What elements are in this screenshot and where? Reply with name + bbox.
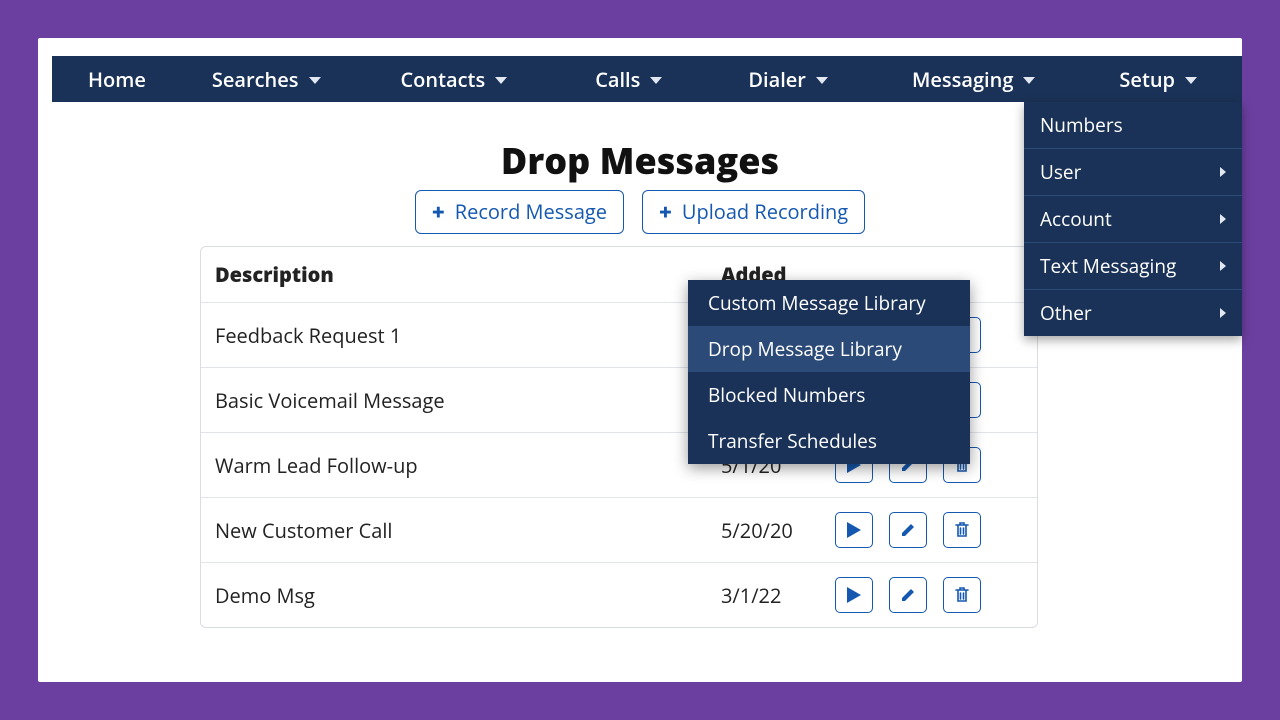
nav-home[interactable]: Home: [70, 56, 164, 102]
caret-down-icon: [816, 77, 828, 84]
setup-item-label: Numbers: [1040, 112, 1123, 138]
submenu-custom-library[interactable]: Custom Message Library: [688, 280, 970, 326]
pencil-icon: [900, 587, 916, 603]
nav-calls[interactable]: Calls: [577, 56, 680, 102]
setup-item-other[interactable]: Other: [1024, 289, 1242, 336]
nav-dialer-label: Dialer: [748, 66, 806, 93]
plus-icon: +: [659, 201, 672, 223]
caret-down-icon: [309, 77, 321, 84]
edit-button[interactable]: [889, 512, 927, 548]
cell-added: 3/1/22: [721, 582, 835, 609]
submenu-drop-library[interactable]: Drop Message Library: [688, 326, 970, 372]
trash-icon: [955, 522, 969, 538]
nav-setup[interactable]: Setup: [1101, 56, 1215, 102]
cell-description: New Customer Call: [215, 517, 721, 544]
nav-contacts-label: Contacts: [401, 66, 486, 93]
play-button[interactable]: [835, 577, 873, 613]
plus-icon: +: [432, 201, 445, 223]
submenu-item-label: Custom Message Library: [708, 290, 926, 316]
nav-contacts[interactable]: Contacts: [383, 56, 526, 102]
edit-button[interactable]: [889, 577, 927, 613]
upload-recording-label: Upload Recording: [682, 198, 848, 225]
caret-down-icon: [650, 77, 662, 84]
cell-actions: [835, 577, 1023, 613]
setup-dropdown: Numbers User Account Text Messaging Othe…: [1024, 102, 1242, 336]
setup-item-label: User: [1040, 159, 1081, 185]
setup-item-account[interactable]: Account: [1024, 195, 1242, 242]
cell-description: Feedback Request 1: [215, 322, 721, 349]
app-window: Home Searches Contacts Calls Dialer Mess…: [38, 38, 1242, 682]
cell-added: 5/20/20: [721, 517, 835, 544]
cell-description: Warm Lead Follow-up: [215, 452, 721, 479]
cell-description: Basic Voicemail Message: [215, 387, 721, 414]
record-message-label: Record Message: [455, 198, 607, 225]
setup-item-label: Text Messaging: [1040, 253, 1176, 279]
submenu-blocked-numbers[interactable]: Blocked Numbers: [688, 372, 970, 418]
play-icon: [847, 522, 861, 538]
caret-right-icon: [1220, 261, 1226, 271]
nav-setup-label: Setup: [1119, 66, 1175, 93]
table-row: Demo Msg 3/1/22: [201, 563, 1037, 627]
upload-recording-button[interactable]: + Upload Recording: [642, 190, 865, 234]
col-header-description: Description: [215, 261, 721, 288]
nav-calls-label: Calls: [595, 66, 640, 93]
top-navbar: Home Searches Contacts Calls Dialer Mess…: [52, 56, 1242, 102]
play-button[interactable]: [835, 512, 873, 548]
nav-home-label: Home: [88, 66, 146, 93]
caret-right-icon: [1220, 167, 1226, 177]
setup-item-label: Account: [1040, 206, 1112, 232]
nav-searches[interactable]: Searches: [194, 56, 339, 102]
caret-right-icon: [1220, 308, 1226, 318]
cell-description: Demo Msg: [215, 582, 721, 609]
nav-dialer[interactable]: Dialer: [730, 56, 846, 102]
setup-item-text-messaging[interactable]: Text Messaging: [1024, 242, 1242, 289]
trash-icon: [955, 587, 969, 603]
cell-actions: [835, 512, 1023, 548]
caret-down-icon: [1023, 77, 1035, 84]
table-row: New Customer Call 5/20/20: [201, 498, 1037, 563]
nav-messaging[interactable]: Messaging: [894, 56, 1053, 102]
delete-button[interactable]: [943, 577, 981, 613]
record-message-button[interactable]: + Record Message: [415, 190, 624, 234]
setup-item-label: Other: [1040, 300, 1092, 326]
delete-button[interactable]: [943, 512, 981, 548]
nav-messaging-label: Messaging: [912, 66, 1013, 93]
submenu-item-label: Transfer Schedules: [708, 428, 877, 454]
submenu-item-label: Drop Message Library: [708, 336, 902, 362]
caret-down-icon: [495, 77, 507, 84]
submenu-item-label: Blocked Numbers: [708, 382, 865, 408]
nav-searches-label: Searches: [212, 66, 299, 93]
other-submenu: Custom Message Library Drop Message Libr…: [688, 280, 970, 464]
caret-down-icon: [1185, 77, 1197, 84]
play-icon: [847, 587, 861, 603]
pencil-icon: [900, 522, 916, 538]
setup-item-numbers[interactable]: Numbers: [1024, 102, 1242, 148]
caret-right-icon: [1220, 214, 1226, 224]
submenu-transfer-schedules[interactable]: Transfer Schedules: [688, 418, 970, 464]
setup-item-user[interactable]: User: [1024, 148, 1242, 195]
